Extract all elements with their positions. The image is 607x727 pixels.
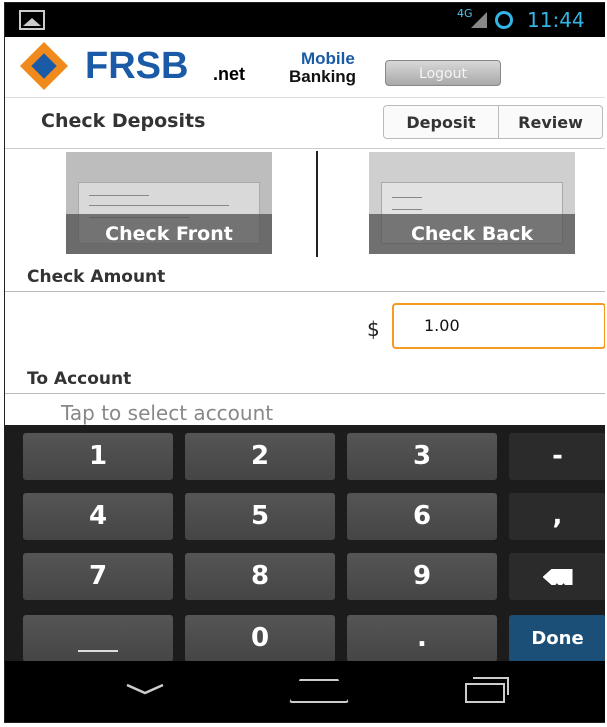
key-0[interactable]: 0 <box>185 615 335 662</box>
brand-suffix: .net <box>213 64 246 84</box>
backspace-icon <box>542 569 573 585</box>
status-bar: 4G 11:44 <box>5 3 605 37</box>
key-1[interactable]: 1 <box>23 433 173 480</box>
check-images: Check Front Check Back <box>5 149 605 262</box>
to-account-header: To Account <box>5 363 605 394</box>
amount-input[interactable]: 1.00 <box>392 303 605 349</box>
amount-row: $ 1.00 <box>5 293 605 361</box>
key-3[interactable]: 3 <box>347 433 497 480</box>
key-minus[interactable]: - <box>509 433 605 480</box>
logo-diamond-icon <box>19 41 69 91</box>
navigation-bar <box>5 661 605 722</box>
space-icon <box>78 650 118 652</box>
back-icon[interactable] <box>125 679 165 699</box>
check-amount-header: Check Amount <box>5 261 605 292</box>
backspace-key[interactable] <box>509 553 605 600</box>
tab-deposit[interactable]: Deposit <box>383 105 499 139</box>
key-7[interactable]: 7 <box>23 553 173 600</box>
recent-apps-icon[interactable] <box>465 677 509 703</box>
check-back-image[interactable]: Check Back <box>369 152 575 254</box>
check-front-image[interactable]: Check Front <box>66 152 272 254</box>
to-account-title: To Account <box>27 369 132 389</box>
home-icon[interactable] <box>289 679 349 703</box>
title-bar: Check Deposits Deposit Review <box>5 98 605 149</box>
key-2[interactable]: 2 <box>185 433 335 480</box>
logout-button[interactable]: Logout <box>385 60 501 86</box>
clock: 11:44 <box>527 8 585 32</box>
key-comma[interactable]: , <box>509 493 605 540</box>
brand-name: FRSB <box>85 45 189 87</box>
done-key[interactable]: Done <box>509 615 605 662</box>
currency-symbol: $ <box>367 317 380 341</box>
sync-icon <box>495 11 513 29</box>
check-back-label: Check Back <box>369 214 575 254</box>
numeric-keyboard: 1 2 3 - 4 5 6 , 7 8 9 0 . Done <box>5 425 605 662</box>
key-period[interactable]: . <box>347 615 497 662</box>
signal-icon <box>471 12 487 28</box>
tab-review[interactable]: Review <box>499 105 603 139</box>
key-9[interactable]: 9 <box>347 553 497 600</box>
banking-label: Banking <box>289 67 357 86</box>
key-6[interactable]: 6 <box>347 493 497 540</box>
brand-header: FRSB .net Mobile Banking Logout <box>5 37 605 98</box>
device-screen: 4G 11:44 FRSB .net Mobile Banking Logout… <box>4 2 605 723</box>
image-divider <box>316 151 318 257</box>
key-8[interactable]: 8 <box>185 553 335 600</box>
segmented-tabs: Deposit Review <box>383 105 603 139</box>
key-5[interactable]: 5 <box>185 493 335 540</box>
page-title: Check Deposits <box>41 110 206 132</box>
check-amount-title: Check Amount <box>27 267 166 287</box>
account-select[interactable]: Tap to select account <box>61 401 273 425</box>
image-notification-icon <box>19 10 45 30</box>
mobile-label: Mobile <box>301 49 355 68</box>
key-4[interactable]: 4 <box>23 493 173 540</box>
space-key[interactable] <box>23 615 173 662</box>
check-front-label: Check Front <box>66 214 272 254</box>
